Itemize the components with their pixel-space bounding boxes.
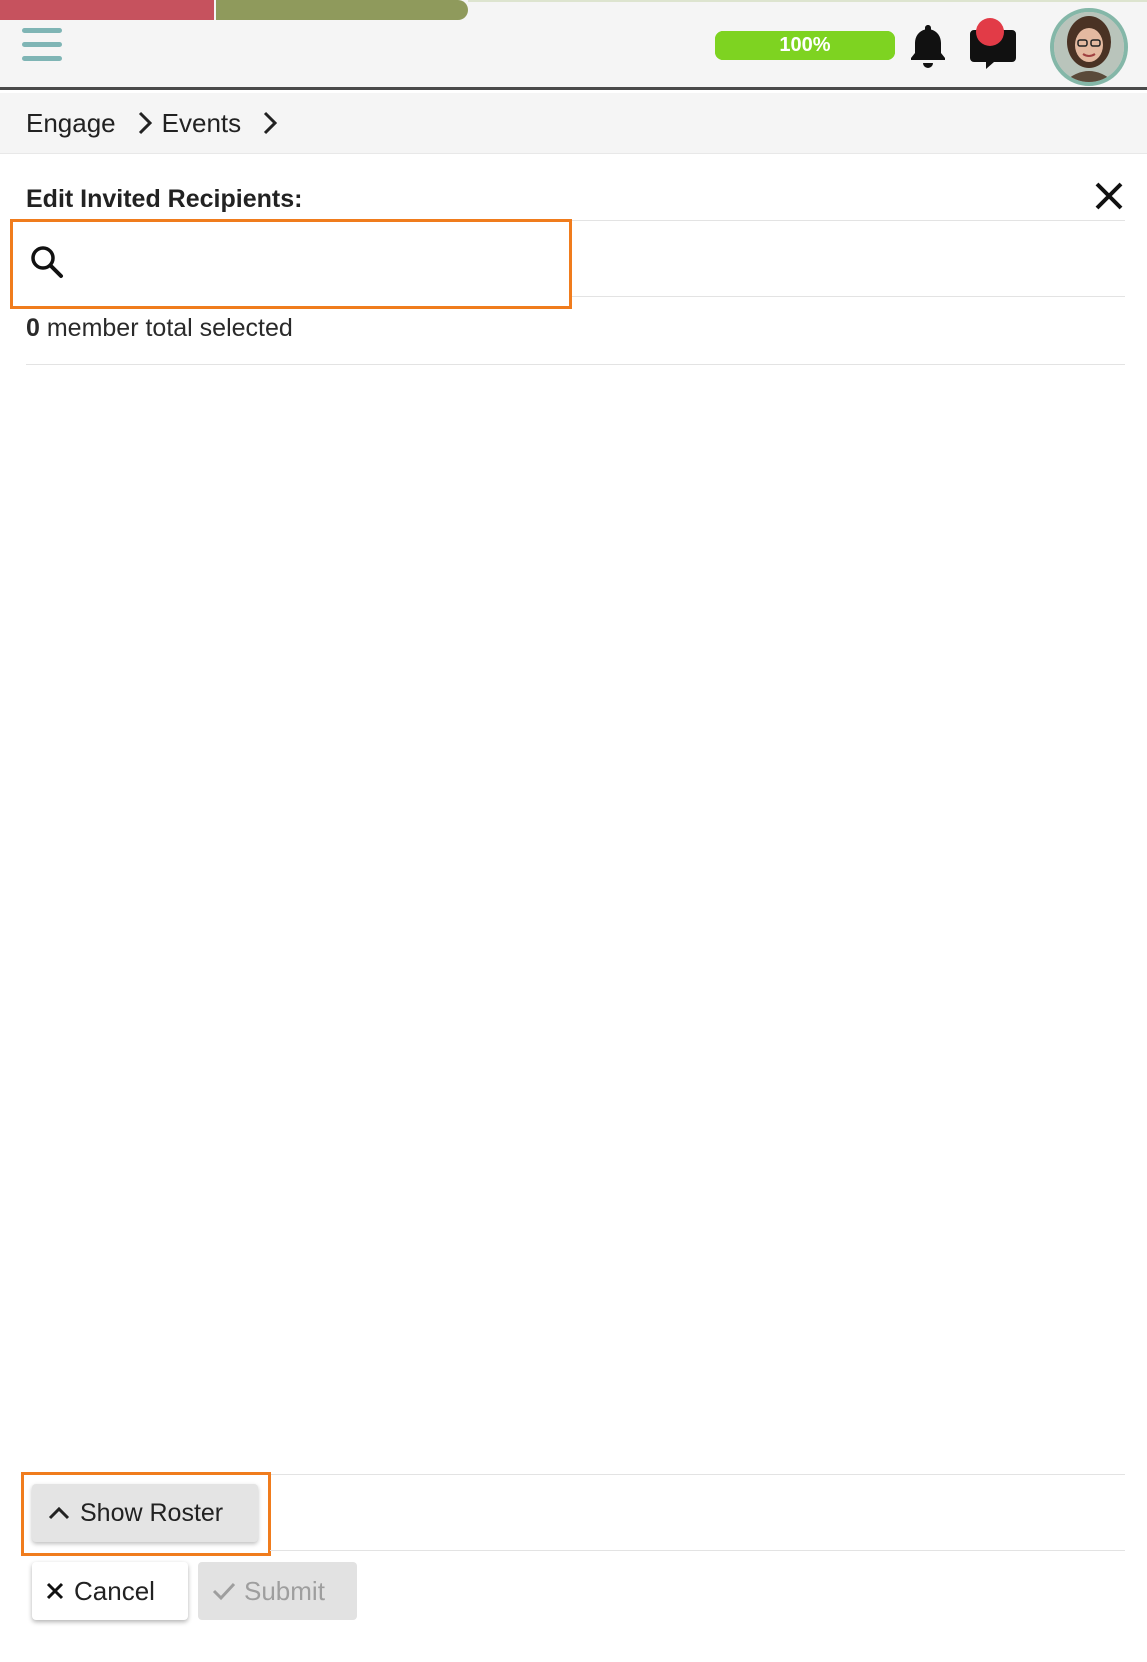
breadcrumb-events[interactable]: Events [162, 108, 242, 139]
top-bar-accent-line [468, 0, 1147, 2]
color-strip [0, 0, 470, 20]
chevron-right-icon [138, 111, 152, 135]
divider [26, 364, 1125, 365]
submit-button[interactable]: Submit [198, 1562, 357, 1620]
close-icon [46, 1582, 64, 1600]
dialog-title: Edit Invited Recipients: [26, 185, 303, 213]
profile-progress-badge: 100% [715, 31, 895, 60]
notification-dot [976, 18, 1004, 46]
selected-count-text: 0 member total selected [26, 314, 293, 343]
check-icon [212, 1582, 236, 1601]
chat-icon[interactable] [968, 18, 1018, 70]
show-roster-button[interactable]: Show Roster [32, 1484, 258, 1542]
divider [270, 1550, 1125, 1551]
breadcrumb: Engage Events [0, 93, 1147, 154]
close-icon[interactable] [1093, 180, 1125, 212]
chevron-right-icon [264, 111, 278, 135]
menu-icon[interactable] [22, 28, 62, 64]
selected-count-label: member total selected [39, 314, 293, 342]
search-input[interactable] [73, 232, 553, 292]
cancel-label: Cancel [74, 1575, 155, 1606]
breadcrumb-engage[interactable]: Engage [26, 108, 116, 139]
show-roster-label: Show Roster [80, 1498, 224, 1527]
avatar[interactable] [1050, 8, 1128, 86]
search-field[interactable] [10, 219, 572, 309]
profile-progress-label: 100% [779, 34, 831, 56]
selected-count-value: 0 [26, 314, 40, 342]
search-icon [31, 246, 63, 278]
bell-icon[interactable] [908, 22, 948, 70]
color-strip-red [0, 0, 214, 20]
submit-label: Submit [244, 1575, 325, 1606]
chevron-up-icon [48, 1506, 70, 1520]
cancel-button[interactable]: Cancel [32, 1562, 188, 1620]
top-bar: 100% [0, 0, 1147, 90]
color-strip-olive [216, 0, 468, 20]
divider [572, 296, 1125, 297]
